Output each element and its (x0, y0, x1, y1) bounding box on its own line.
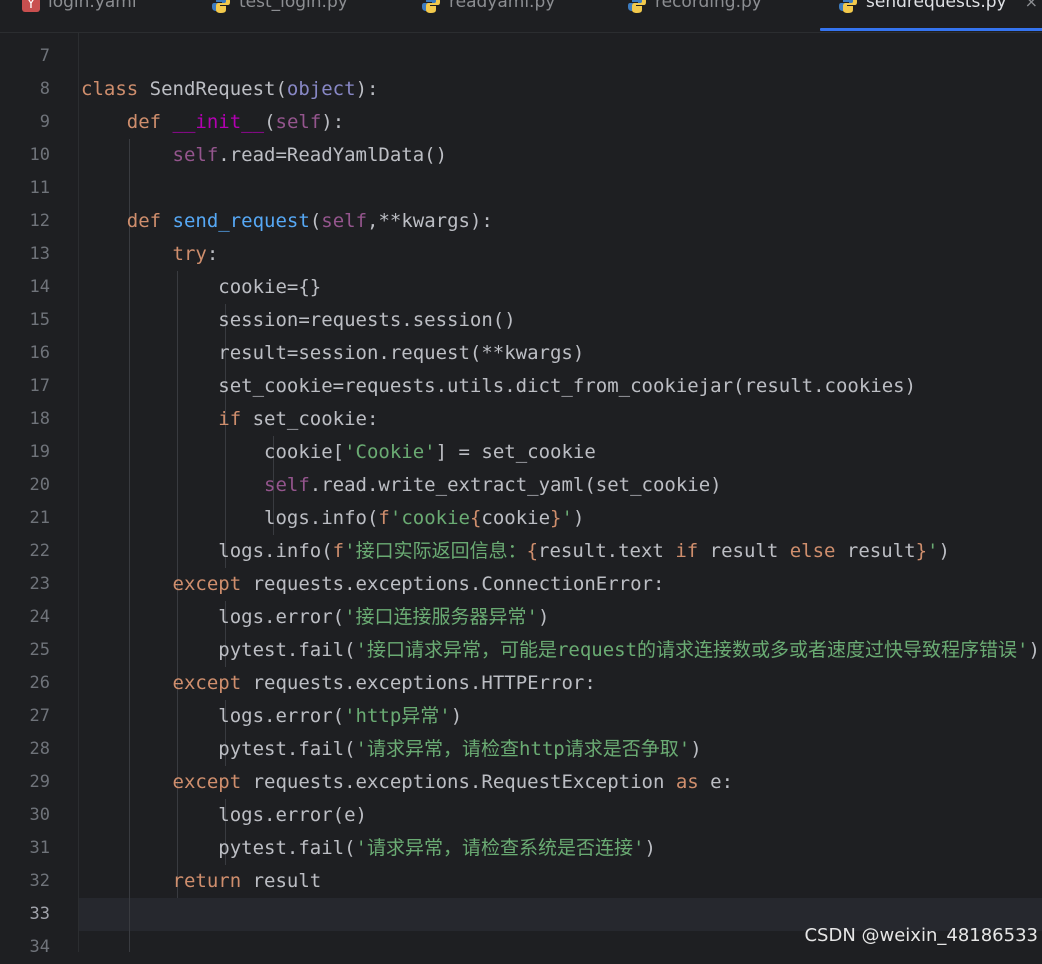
line-number: 31 (29, 838, 50, 858)
line-number: 11 (29, 178, 50, 198)
line-number: 15 (29, 310, 50, 330)
line-number: 25 (29, 640, 50, 660)
code-line: pytest.fail('请求异常，请检查http请求是否争取') (81, 738, 702, 760)
line-number: 32 (29, 871, 50, 891)
line-number: 28 (29, 739, 50, 759)
line-number: 17 (29, 376, 50, 396)
line-number: 7 (39, 46, 50, 66)
line-number: 19 (29, 442, 50, 462)
code-line: logs.info(f'接口实际返回信息：{result.text if res… (81, 540, 950, 562)
code-line: logs.error('接口连接服务器异常') (81, 606, 550, 628)
tab-label: readyaml.py (449, 0, 556, 12)
code-line: except requests.exceptions.HTTPError: (172, 672, 596, 694)
line-number: 34 (29, 937, 50, 957)
line-number: 21 (29, 508, 50, 528)
line-number: 8 (39, 79, 50, 99)
code-line: cookie['Cookie'] = set_cookie (81, 441, 596, 463)
code-line: def __init__(self): (126, 111, 345, 133)
code-line: set_cookie=requests.utils.dict_from_cook… (81, 375, 917, 397)
code-line: pytest.fail('接口请求异常，可能是request的请求连接数或多或者… (81, 639, 1040, 661)
tab-test-login-py[interactable]: test_login.py (211, 0, 348, 32)
line-number: 22 (29, 541, 50, 561)
line-number: 30 (29, 805, 50, 825)
tab-readyaml-py[interactable]: readyaml.py (421, 0, 555, 32)
code-line: def send_request(self,**kwargs): (126, 210, 493, 232)
code-line: if set_cookie: (218, 408, 379, 430)
line-number: 12 (29, 211, 50, 231)
line-number-gutter: 7 8 9 10 11 12 13 14 15 16 17 18 19 20 21 22 23 24 25 26 27 2… (0, 33, 79, 957)
python-icon (422, 0, 440, 13)
line-number: 23 (29, 574, 50, 594)
code-line: session=requests.session() (81, 309, 516, 331)
code-line: logs.error('http异常') (81, 705, 463, 727)
code-line: try: (172, 243, 219, 265)
code-line: logs.error(e) (81, 804, 367, 826)
tab-label: recording.py (655, 0, 762, 12)
tab-label: login.yaml (48, 0, 137, 12)
line-number: 10 (29, 145, 50, 165)
line-number: 27 (29, 706, 50, 726)
watermark: CSDN @weixin_48186533 (804, 925, 1038, 946)
close-icon[interactable]: × (1025, 0, 1038, 11)
line-number: 24 (29, 607, 50, 627)
line-number: 14 (29, 277, 50, 297)
tab-sendrequests-py[interactable]: sendrequests.py × (819, 0, 1042, 32)
line-number: 18 (29, 409, 50, 429)
tab-recording-py[interactable]: recording.py (627, 0, 762, 32)
code-line: except requests.exceptions.ConnectionErr… (172, 573, 665, 595)
line-number: 29 (29, 772, 50, 792)
code-line: return result (172, 870, 322, 892)
code-line: logs.info(f'cookie{cookie}') (81, 507, 585, 529)
tab-label: sendrequests.py (866, 0, 1007, 12)
python-icon (628, 0, 646, 13)
tab-login-yaml[interactable]: Y login.yaml (22, 0, 137, 32)
line-number: 13 (29, 244, 50, 264)
code-line: result=session.request(**kwargs) (81, 342, 585, 364)
line-number: 9 (39, 112, 50, 132)
line-number: 20 (29, 475, 50, 495)
code-line: self.read=ReadYamlData() (172, 144, 448, 166)
yaml-icon: Y (22, 0, 40, 12)
code-line: except requests.exceptions.RequestExcept… (172, 771, 734, 793)
code-line: self.read.write_extract_yaml(set_cookie) (264, 474, 722, 496)
code-line: pytest.fail('请求异常，请检查系统是否连接') (81, 837, 656, 859)
line-number: 26 (29, 673, 50, 693)
code-line: cookie={} (81, 276, 322, 298)
code-line: class SendRequest(object): (81, 78, 379, 100)
tab-label: test_login.py (239, 0, 348, 12)
python-icon (212, 0, 230, 13)
code-editor[interactable]: class SendRequest(object): def __init__(… (79, 33, 1042, 952)
editor-tab-bar: Y login.yaml test_login.py readyaml.py r… (0, 0, 1042, 33)
python-icon (839, 0, 857, 13)
line-number: 33 (29, 904, 50, 924)
line-number: 16 (29, 343, 50, 363)
svg-text:Y: Y (26, 0, 35, 12)
